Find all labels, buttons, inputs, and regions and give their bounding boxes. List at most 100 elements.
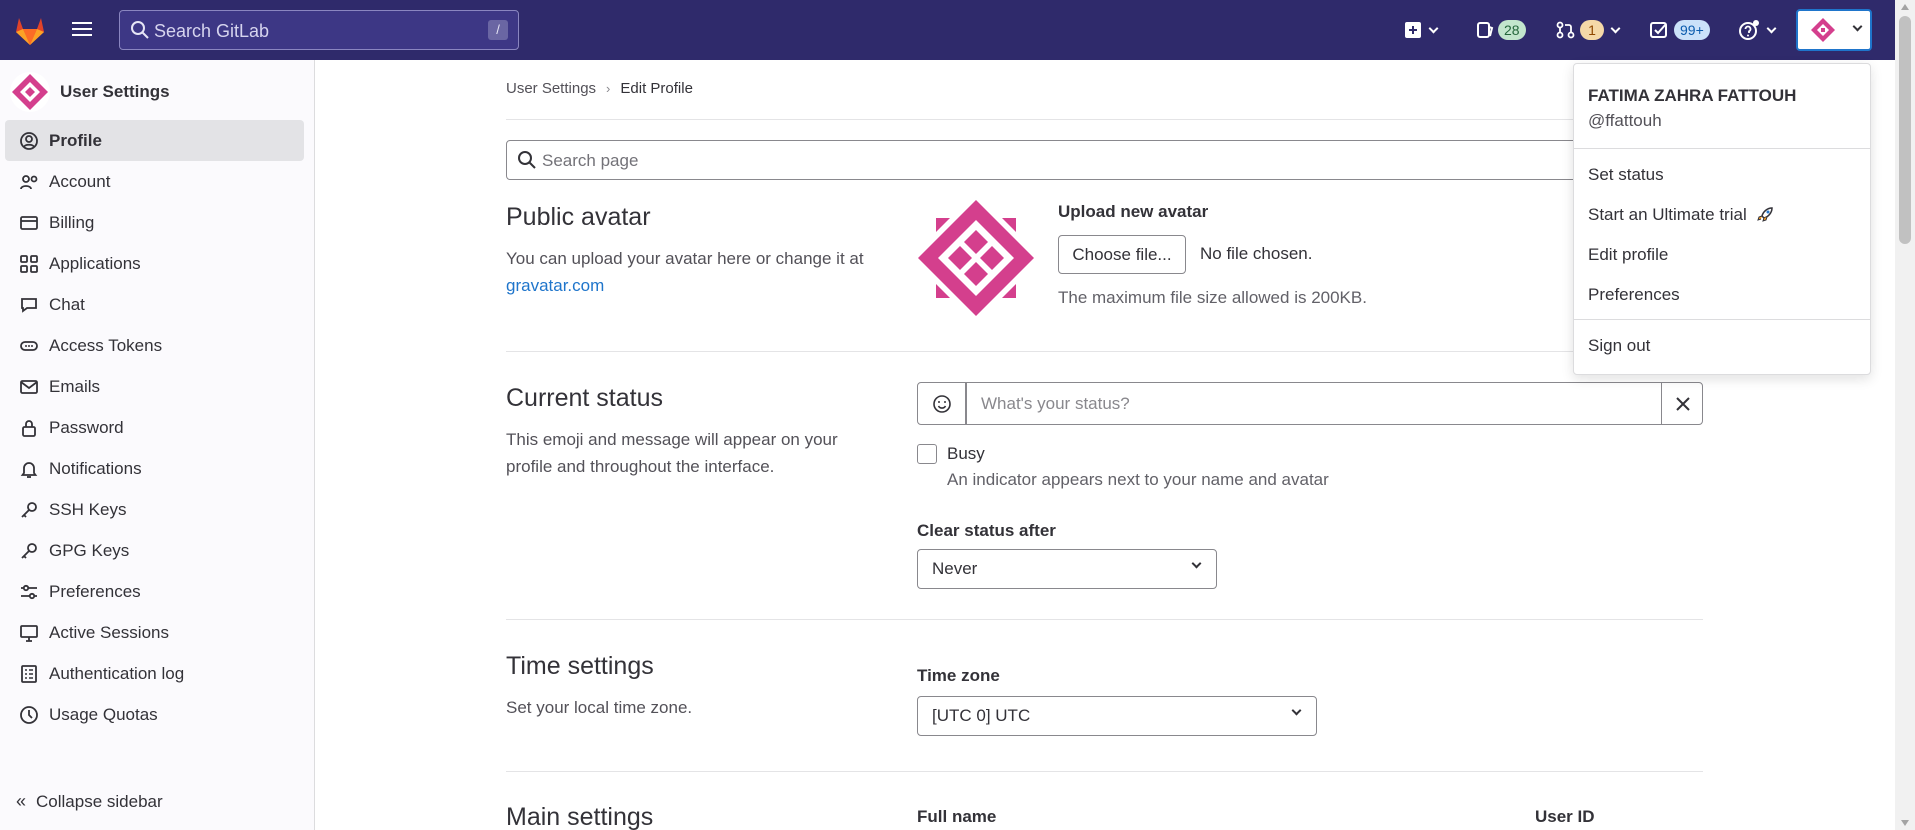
sidebar-item-password[interactable]: Password — [5, 407, 304, 448]
issues-button[interactable]: 28 — [1476, 16, 1526, 44]
help-icon — [1739, 20, 1759, 40]
merge-request-icon — [1556, 21, 1575, 39]
user-id-label: User ID — [1535, 807, 1595, 826]
sidebar-item-preferences[interactable]: Preferences — [5, 571, 304, 612]
breadcrumb-parent-link[interactable]: User Settings — [506, 80, 596, 97]
divider — [1574, 319, 1870, 320]
sidebar-item-label: Active Sessions — [49, 622, 169, 642]
collapse-sidebar-button[interactable]: « Collapse sidebar — [16, 791, 163, 812]
sidebar-item-label: Account — [49, 171, 111, 191]
monitor-icon — [20, 624, 38, 642]
sidebar-header[interactable]: User Settings — [10, 72, 170, 112]
busy-label: Busy — [947, 444, 985, 463]
issues-count-badge: 28 — [1498, 20, 1526, 40]
avatar — [10, 72, 50, 112]
preferences-menu-item[interactable]: Preferences — [1588, 285, 1680, 305]
account-icon — [20, 174, 38, 189]
help-button[interactable] — [1738, 16, 1777, 44]
clear-status-button[interactable] — [1661, 382, 1703, 425]
todos-button[interactable]: 99+ — [1650, 16, 1710, 44]
busy-checkbox[interactable] — [917, 444, 937, 464]
chevron-right-icon: › — [606, 81, 611, 96]
sidebar-item-label: Usage Quotas — [49, 704, 158, 724]
sidebar-item-label: Preferences — [49, 581, 141, 601]
sidebar-item-usage-quotas[interactable]: Usage Quotas — [5, 694, 304, 735]
search-shortcut-badge: / — [488, 20, 508, 40]
divider — [506, 771, 1703, 772]
sidebar-item-applications[interactable]: Applications — [5, 243, 304, 284]
user-menu-button[interactable] — [1796, 9, 1872, 51]
sidebar-nav: Profile Account Billing Applications Cha… — [5, 120, 304, 735]
time-zone-select[interactable]: [UTC 0] UTC — [917, 696, 1317, 736]
preferences-icon — [21, 584, 37, 599]
sidebar-item-emails[interactable]: Emails — [5, 366, 304, 407]
log-icon — [21, 664, 37, 683]
sidebar-item-access-tokens[interactable]: Access Tokens — [5, 325, 304, 366]
create-new-button[interactable] — [1404, 16, 1439, 44]
time-settings-title: Time settings — [506, 652, 654, 680]
sidebar-item-profile[interactable]: Profile — [5, 120, 304, 161]
clear-status-after-select[interactable]: Never — [917, 549, 1217, 589]
chevron-down-icon — [1610, 23, 1621, 33]
no-file-text: No file chosen. — [1200, 244, 1313, 263]
sidebar-item-authentication-log[interactable]: Authentication log — [5, 653, 304, 694]
emoji-picker-button[interactable] — [917, 382, 966, 425]
page-scrollbar[interactable] — [1895, 0, 1915, 830]
sidebar-item-label: Profile — [49, 130, 102, 150]
status-message-input[interactable] — [966, 382, 1662, 425]
top-navbar: Search GitLab / 28 1 99+ — [0, 0, 1895, 60]
sidebar-item-label: SSH Keys — [49, 499, 127, 519]
sidebar-item-account[interactable]: Account — [5, 161, 304, 202]
sidebar-title: User Settings — [60, 82, 170, 101]
ultimate-trial-menu-item[interactable]: Start an Ultimate trial — [1588, 205, 1775, 225]
sign-out-menu-item[interactable]: Sign out — [1588, 336, 1650, 356]
todo-check-icon — [1650, 22, 1667, 38]
sidebar-item-gpg-keys[interactable]: GPG Keys — [5, 530, 304, 571]
edit-profile-menu-item[interactable]: Edit profile — [1588, 245, 1668, 265]
user-icon — [20, 131, 38, 150]
sidebar-item-active-sessions[interactable]: Active Sessions — [5, 612, 304, 653]
max-size-text: The maximum file size allowed is 200KB. — [1058, 288, 1367, 307]
current-status-desc: This emoji and message will appear on yo… — [506, 430, 838, 476]
choose-file-button[interactable]: Choose file... — [1058, 235, 1186, 274]
main-settings-title: Main settings — [506, 803, 654, 830]
chevron-down-icon — [1291, 705, 1302, 716]
chevron-down-icon — [1191, 558, 1202, 569]
public-avatar-title: Public avatar — [506, 203, 651, 231]
todos-count-badge: 99+ — [1674, 20, 1710, 40]
dropdown-user-name[interactable]: FATIMA ZAHRA FATTOUH — [1588, 86, 1796, 106]
sidebar-item-label: Notifications — [49, 458, 142, 478]
sidebar-item-chat[interactable]: Chat — [5, 284, 304, 325]
scroll-up-icon[interactable] — [1901, 4, 1909, 10]
dropdown-username[interactable]: @ffattouh — [1588, 111, 1662, 131]
merge-requests-button[interactable]: 1 — [1556, 16, 1621, 44]
issues-icon — [1477, 22, 1494, 38]
scrollbar-thumb[interactable] — [1899, 16, 1911, 244]
current-status-title: Current status — [506, 384, 664, 412]
gitlab-logo-icon[interactable] — [12, 12, 48, 48]
breadcrumb: User Settings › Edit Profile — [506, 80, 693, 97]
busy-help-text: An indicator appears next to your name a… — [947, 470, 1329, 489]
page-search-input[interactable]: Search page — [506, 140, 1703, 180]
key-icon — [21, 501, 37, 518]
set-status-menu-item[interactable]: Set status — [1588, 165, 1664, 185]
left-sidebar: User Settings Profile Account Billing Ap… — [0, 60, 315, 830]
credit-card-icon — [20, 215, 38, 230]
divider — [506, 351, 1703, 352]
avatar — [1810, 17, 1836, 43]
collapse-sidebar-label: Collapse sidebar — [36, 791, 163, 811]
sidebar-item-ssh-keys[interactable]: SSH Keys — [5, 489, 304, 530]
sidebar-item-label: Chat — [49, 294, 85, 314]
double-chevron-left-icon: « — [16, 791, 27, 811]
time-zone-label: Time zone — [917, 666, 1000, 685]
scroll-down-icon[interactable] — [1901, 820, 1909, 826]
chevron-down-icon — [1428, 23, 1439, 33]
sidebar-item-notifications[interactable]: Notifications — [5, 448, 304, 489]
search-placeholder: Search GitLab — [154, 21, 270, 41]
global-search-input[interactable]: Search GitLab / — [119, 10, 519, 50]
close-icon — [1676, 397, 1690, 411]
search-icon — [518, 151, 536, 169]
gravatar-link[interactable]: gravatar.com — [506, 276, 604, 295]
hamburger-menu-icon[interactable] — [72, 18, 98, 42]
sidebar-item-billing[interactable]: Billing — [5, 202, 304, 243]
